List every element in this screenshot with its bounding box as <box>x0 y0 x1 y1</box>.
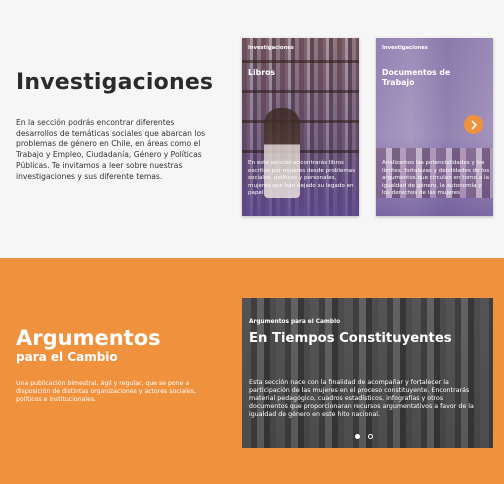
card-documentos-text: Analizamos las potencialidades y los lím… <box>382 160 490 197</box>
investigaciones-description: En la sección podrás encontrar diferente… <box>16 118 206 181</box>
argumentos-subtitle: para el Cambio <box>16 350 118 364</box>
card-libros[interactable]: Investigaciones Libros En esta sección e… <box>242 38 359 216</box>
next-card-button[interactable] <box>464 115 483 134</box>
card-libros-tag: Investigaciones <box>248 45 294 51</box>
carousel-dot-1[interactable] <box>355 434 360 439</box>
carousel-dot-2[interactable] <box>368 434 373 439</box>
investigaciones-section: Investigaciones En la sección podrás enc… <box>0 0 504 258</box>
argumentos-section: Argumentos para el Cambio Una publicació… <box>0 258 504 484</box>
feature-title[interactable]: En Tiempos Constituyentes <box>249 331 452 346</box>
card-documentos-tag: Investigaciones <box>382 45 428 51</box>
investigaciones-title: Investigaciones <box>16 70 214 95</box>
card-libros-title[interactable]: Libros <box>248 68 348 78</box>
carousel-dots <box>355 434 373 439</box>
card-libros-text: En esta sección encontrarás libros escri… <box>248 160 356 197</box>
argumentos-title: Argumentos <box>16 326 161 350</box>
feature-tag: Argumentos para el Cambio <box>249 319 341 325</box>
chevron-right-icon <box>471 120 477 129</box>
card-documentos-title[interactable]: Documentos de Trabajo <box>382 68 482 87</box>
feature-text: Esta sección nace con la finalidad de ac… <box>249 379 474 419</box>
argumentos-description: Una publicación bimestral, ágil y regula… <box>16 380 196 403</box>
feature-card-tiempos-constituyentes[interactable]: Argumentos para el Cambio En Tiempos Con… <box>242 298 493 448</box>
